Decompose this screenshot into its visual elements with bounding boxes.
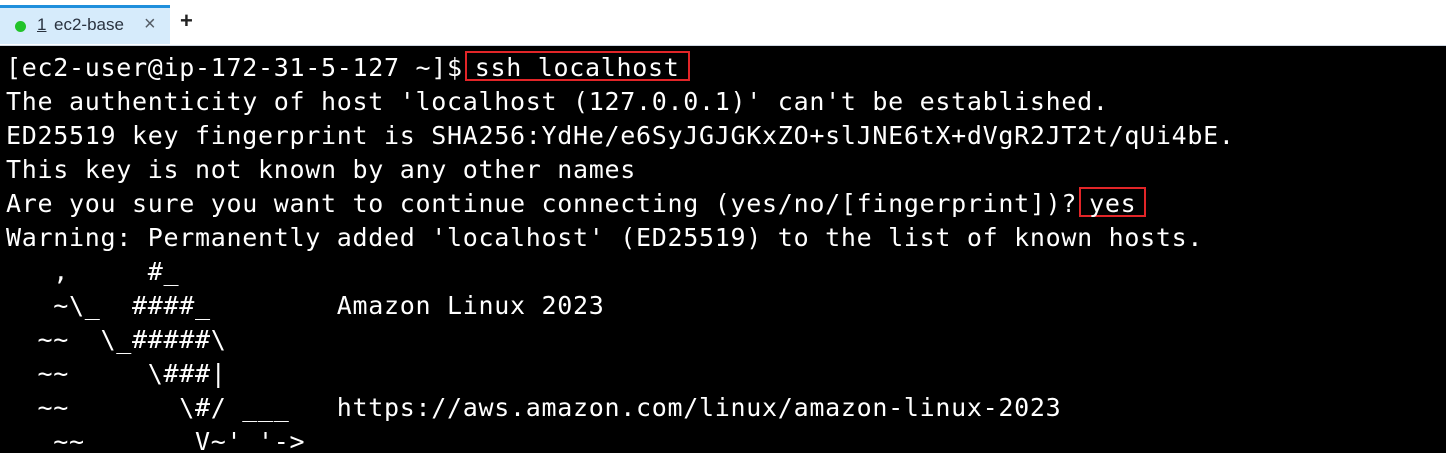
tab-bar: 1 ec2-base × +: [0, 0, 1446, 46]
amazon-linux-logo-line-6: ~~ V~' '->: [6, 427, 306, 453]
terminal-line-authenticity: The authenticity of host 'localhost (127…: [6, 87, 1109, 116]
terminal-line-warning: Warning: Permanently added 'localhost' (…: [6, 223, 1204, 252]
terminal-line-not-known: This key is not known by any other names: [6, 155, 637, 184]
tab-index: 1: [37, 15, 47, 34]
terminal-line-command: [ec2-user@ip-172-31-5-127 ~]$ ssh localho…: [6, 51, 690, 85]
shell-prompt: [ec2-user@ip-172-31-5-127 ~]$: [6, 53, 463, 82]
close-icon[interactable]: ×: [144, 13, 156, 36]
amazon-linux-logo-line-3: ~~ \_#####\: [6, 325, 227, 354]
amazon-linux-logo-line-4: ~~ \###|: [6, 359, 227, 388]
terminal-output[interactable]: [ec2-user@ip-172-31-5-127 ~]$ ssh localho…: [0, 46, 1446, 453]
tab-ec2-base[interactable]: 1 ec2-base ×: [0, 5, 170, 44]
confirm-question: Are you sure you want to continue connec…: [6, 189, 1078, 218]
highlighted-command: ssh localhost: [464, 51, 690, 82]
terminal-line-confirm: Are you sure you want to continue connec…: [6, 187, 1147, 221]
amazon-linux-logo-line-1: , #_: [6, 257, 180, 286]
terminal-line-fingerprint: ED25519 key fingerprint is SHA256:YdHe/e…: [6, 121, 1235, 150]
connected-status-icon: [15, 21, 26, 32]
amazon-linux-logo-line-2: ~\_ ####_ Amazon Linux 2023: [6, 291, 605, 320]
amazon-linux-logo-line-5: ~~ \#/ ___ https://aws.amazon.com/linux/…: [6, 393, 1062, 422]
tab-title: ec2-base: [54, 15, 124, 34]
highlighted-answer: yes: [1079, 187, 1147, 218]
new-tab-plus-icon[interactable]: +: [180, 8, 193, 34]
